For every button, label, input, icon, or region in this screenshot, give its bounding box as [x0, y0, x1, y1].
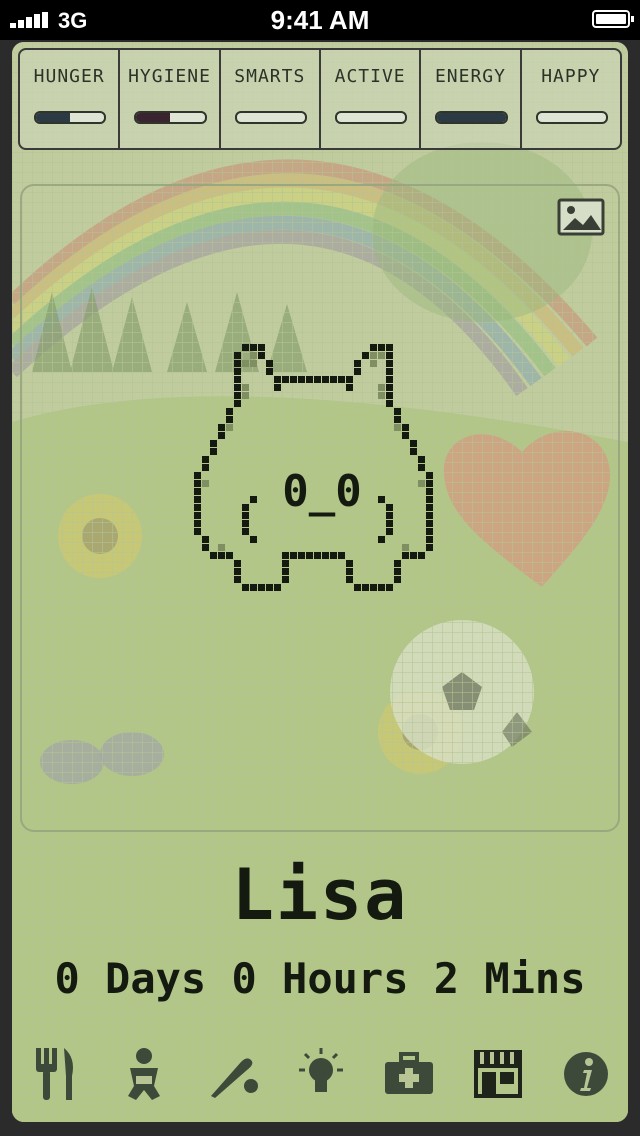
pet-age: 0 Days 0 Hours 2 Mins [54, 954, 586, 1003]
stat-hygiene: HYGIENE [118, 50, 218, 148]
stat-active: ACTIVE [318, 50, 419, 148]
stat-label: HAPPY [541, 66, 601, 87]
stat-label: HYGIENE [128, 66, 211, 87]
baby-icon[interactable] [114, 1044, 174, 1104]
battery-icon [592, 10, 634, 28]
stat-meter [134, 111, 207, 124]
stat-meter [535, 111, 608, 124]
stat-meter [334, 111, 408, 124]
stat-meter-fill [437, 113, 506, 122]
baseball-bat-icon[interactable] [203, 1044, 263, 1104]
photo-icon[interactable] [557, 198, 605, 236]
stat-meter [435, 111, 508, 124]
shop-icon[interactable] [468, 1044, 528, 1104]
pet-sprite[interactable]: 0_0 [162, 344, 482, 724]
stat-label: ACTIVE [334, 66, 406, 87]
stat-meter-fill [136, 113, 171, 122]
stats-panel: HUNGER HYGIENE SMARTS ACTIVE ENERGY HAPPY [18, 48, 622, 150]
first-aid-kit-icon[interactable] [379, 1044, 439, 1104]
status-bar: 3G 9:41 AM [0, 0, 640, 40]
fork-knife-icon[interactable] [26, 1044, 86, 1104]
lightbulb-icon[interactable] [291, 1044, 351, 1104]
stat-smarts: SMARTS [218, 50, 319, 148]
stat-hunger: HUNGER [20, 50, 118, 148]
stat-label: HUNGER [33, 66, 105, 87]
stat-energy: ENERGY [419, 50, 519, 148]
info-icon[interactable] [556, 1044, 616, 1104]
stat-meter [234, 111, 307, 124]
pet-name: Lisa [231, 854, 409, 936]
stat-happy: HAPPY [519, 50, 620, 148]
stat-meter-fill [36, 113, 71, 122]
action-toolbar [26, 1042, 616, 1106]
stat-label: SMARTS [234, 66, 306, 87]
pet-face: 0_0 [282, 466, 361, 517]
stat-label: ENERGY [434, 66, 506, 87]
stat-meter [34, 111, 107, 124]
status-time: 9:41 AM [270, 5, 370, 35]
device-screen: HUNGER HYGIENE SMARTS ACTIVE ENERGY HAPPY 0_0… [12, 42, 628, 1122]
